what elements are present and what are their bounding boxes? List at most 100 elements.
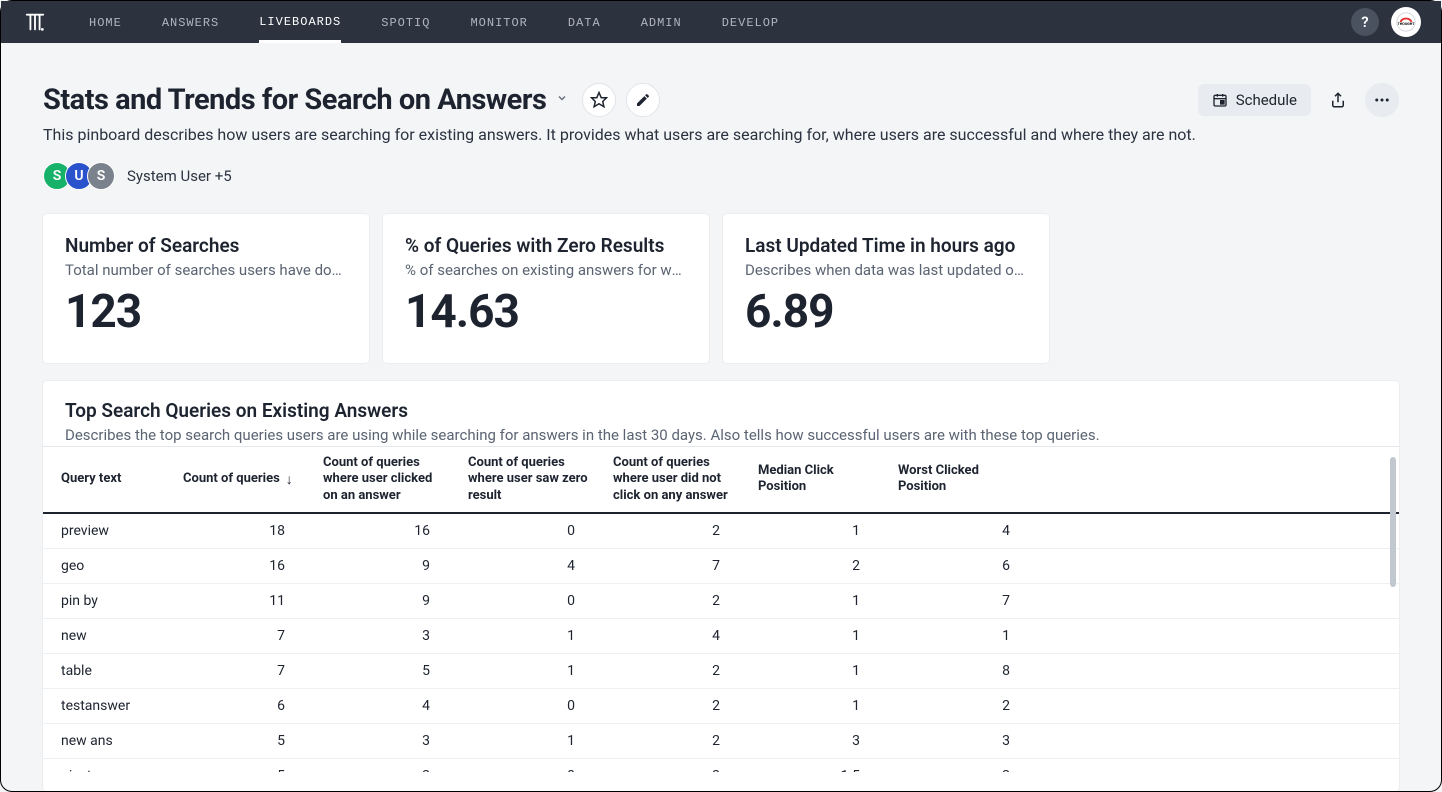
cell-value: 7 — [603, 548, 748, 583]
column-header[interactable]: Count of queries where user saw zero res… — [458, 447, 603, 513]
cell-value: 6 — [173, 688, 313, 723]
nav-monitor[interactable]: MONITOR — [470, 3, 527, 41]
kpi-title: Last Updated Time in hours ago — [745, 234, 1027, 257]
kpi-subtitle: Total number of searches users have done… — [65, 261, 347, 279]
cell-value: 4 — [603, 618, 748, 653]
sort-desc-icon: ↓ — [286, 471, 293, 488]
page-title: Stats and Trends for Search on Answers — [43, 83, 568, 117]
top-nav: HOME ANSWERS LIVEBOARDS SPOTIQ MONITOR DATA AD… — [1, 1, 1441, 43]
kpi-subtitle: % of searches on existing answers for wh… — [405, 261, 687, 279]
column-header[interactable]: Query text — [43, 447, 173, 513]
schedule-button[interactable]: Schedule — [1198, 84, 1311, 116]
cell-value: 1 — [888, 618, 1038, 653]
cell-value: 18 — [173, 513, 313, 549]
cell-value: 3 — [313, 723, 458, 758]
user-avatar[interactable]: THOUGHT — [1391, 7, 1421, 37]
nav-answers[interactable]: ANSWERS — [162, 3, 219, 41]
kpi-value: 6.89 — [745, 285, 1027, 339]
cell-value: 9 — [313, 548, 458, 583]
cell-value: 16 — [173, 548, 313, 583]
avatar-stack[interactable]: SUS — [43, 162, 115, 190]
table-row[interactable]: pin by1190217 — [43, 583, 1399, 618]
cell-value: 2 — [603, 583, 748, 618]
cell-value: 4 — [313, 688, 458, 723]
nav-home[interactable]: HOME — [89, 3, 122, 41]
kpi-card[interactable]: % of Queries with Zero Results% of searc… — [383, 214, 709, 363]
column-header[interactable]: Worst Clicked Position — [888, 447, 1038, 513]
cell-query: preview — [43, 513, 173, 549]
more-icon — [1373, 91, 1391, 109]
cell-value: 1 — [748, 513, 888, 549]
cell-query: geo — [43, 548, 173, 583]
cell-value: 2 — [603, 723, 748, 758]
table-card: Top Search Queries on Existing Answers D… — [43, 381, 1399, 791]
kpi-value: 14.63 — [405, 285, 687, 339]
cell-value: 2 — [748, 548, 888, 583]
nav-develop[interactable]: DEVELOP — [722, 3, 779, 41]
cell-value: 0 — [458, 688, 603, 723]
cell-value: 1 — [458, 653, 603, 688]
cell-value: 0 — [458, 758, 603, 772]
cell-value: 2 — [888, 758, 1038, 772]
column-header[interactable]: Median Click Position — [748, 447, 888, 513]
table-row[interactable]: new ans531233 — [43, 723, 1399, 758]
nav-data[interactable]: DATA — [568, 3, 601, 41]
cell-spacer — [1038, 583, 1399, 618]
cell-spacer — [1038, 653, 1399, 688]
edit-button[interactable] — [626, 83, 660, 117]
nav-items: HOME ANSWERS LIVEBOARDS SPOTIQ MONITOR DATA AD… — [89, 2, 779, 43]
column-header[interactable]: Count of queries where user did not clic… — [603, 447, 748, 513]
cell-value: 0 — [458, 583, 603, 618]
scrollbar-thumb[interactable] — [1390, 457, 1396, 587]
shared-label[interactable]: System User +5 — [127, 167, 232, 185]
cell-spacer — [1038, 688, 1399, 723]
table-row[interactable]: preview18160214 — [43, 513, 1399, 549]
nav-liveboards[interactable]: LIVEBOARDS — [259, 2, 341, 43]
cell-value: 3 — [748, 723, 888, 758]
cell-value: 1 — [458, 723, 603, 758]
column-header[interactable]: Count of queries↓ — [173, 447, 313, 513]
app-logo[interactable] — [21, 8, 49, 36]
nav-admin[interactable]: ADMIN — [641, 3, 682, 41]
cell-value: 4 — [458, 548, 603, 583]
table-row[interactable]: new731411 — [43, 618, 1399, 653]
kpi-card[interactable]: Number of SearchesTotal number of search… — [43, 214, 369, 363]
cell-value: 7 — [173, 618, 313, 653]
cell-value: 1.5 — [748, 758, 888, 772]
cell-value: 16 — [313, 513, 458, 549]
cell-value: 1 — [748, 688, 888, 723]
table-row[interactable]: testanswer640212 — [43, 688, 1399, 723]
kpi-card[interactable]: Last Updated Time in hours agoDescribes … — [723, 214, 1049, 363]
table-title: Top Search Queries on Existing Answers — [43, 399, 1399, 422]
cell-value: 3 — [603, 758, 748, 772]
cell-spacer — [1038, 618, 1399, 653]
cell-value: 5 — [173, 723, 313, 758]
avatar[interactable]: S — [87, 162, 115, 190]
queries-table: Query textCount of queries↓Count of quer… — [43, 446, 1399, 772]
cell-value: 5 — [173, 758, 313, 772]
table-subtitle: Describes the top search queries users a… — [43, 426, 1399, 444]
cell-value: 4 — [888, 513, 1038, 549]
cell-value: 8 — [888, 653, 1038, 688]
cell-spacer — [1038, 723, 1399, 758]
cell-query: new ans — [43, 723, 173, 758]
table-row[interactable]: table751218 — [43, 653, 1399, 688]
more-button[interactable] — [1365, 83, 1399, 117]
table-row[interactable]: pivot52031.52 — [43, 758, 1399, 772]
cell-value: 5 — [313, 653, 458, 688]
table-row[interactable]: geo1694726 — [43, 548, 1399, 583]
schedule-label: Schedule — [1236, 91, 1297, 109]
cell-query: pin by — [43, 583, 173, 618]
cell-value: 1 — [748, 583, 888, 618]
chevron-down-icon[interactable] — [556, 92, 568, 108]
cell-value: 1 — [748, 653, 888, 688]
favorite-button[interactable] — [582, 83, 616, 117]
cell-value: 7 — [888, 583, 1038, 618]
help-button[interactable]: ? — [1351, 8, 1379, 36]
cell-spacer — [1038, 758, 1399, 772]
cell-spacer — [1038, 513, 1399, 549]
nav-spotiq[interactable]: SPOTIQ — [381, 3, 430, 41]
share-button[interactable] — [1321, 83, 1355, 117]
column-header[interactable]: Count of queries where user clicked on a… — [313, 447, 458, 513]
svg-text:THOUGHT: THOUGHT — [1397, 22, 1415, 26]
